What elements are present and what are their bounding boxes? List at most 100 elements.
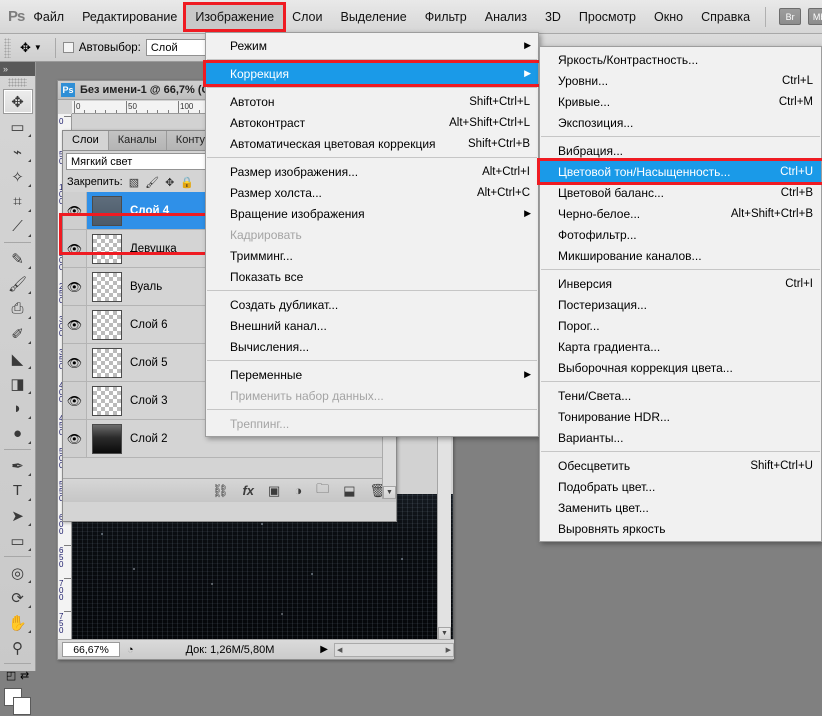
options-bar-grip[interactable] <box>4 38 11 58</box>
menu-option-3-0[interactable]: Размер изображения...Alt+Ctrl+I <box>206 161 538 182</box>
menu-option-0-2[interactable]: Кривые...Ctrl+M <box>540 91 821 112</box>
layer-style-fx-icon[interactable]: fx <box>242 483 254 498</box>
layer-visibility-eye-icon[interactable]: 👁 <box>63 268 87 305</box>
zoom-tool-icon[interactable]: ⚲ <box>3 635 33 660</box>
menu-option-3-2[interactable]: Вращение изображения▶ <box>206 203 538 224</box>
menu-option-2-2[interactable]: Порог... <box>540 315 821 336</box>
history-brush-tool-icon[interactable]: ✐ <box>3 321 33 346</box>
gradient-tool-icon[interactable]: ◨ <box>3 371 33 396</box>
layer-visibility-eye-icon[interactable]: 👁 <box>63 306 87 343</box>
rectangle-tool-icon[interactable]: ▭ <box>3 528 33 553</box>
menu-option-4-0[interactable]: Создать дубликат... <box>206 294 538 315</box>
menu-item-10[interactable]: Справка <box>692 5 759 29</box>
menu-option-1-2[interactable]: Цветовой баланс...Ctrl+B <box>540 182 821 203</box>
menu-item-0[interactable]: Файл <box>24 5 73 29</box>
menu-option-2-0[interactable]: АвтотонShift+Ctrl+L <box>206 91 538 112</box>
new-layer-icon[interactable]: ⬓ <box>343 483 355 499</box>
menu-option-1-5[interactable]: Микширование каналов... <box>540 245 821 266</box>
menu-option-3-1[interactable]: Размер холста...Alt+Ctrl+C <box>206 182 538 203</box>
lock-image-icon[interactable]: 🖌 <box>145 176 159 189</box>
autoselect-checkbox[interactable] <box>63 42 74 53</box>
menu-option-0-0[interactable]: Яркость/Контрастность... <box>540 49 821 70</box>
brush-tool-icon[interactable]: 🖌 <box>3 271 33 296</box>
quick-selection-tool-icon[interactable]: ✧ <box>3 164 33 189</box>
layer-thumbnail[interactable] <box>92 348 122 378</box>
menu-item-3[interactable]: Слои <box>283 5 331 29</box>
menu-item-8[interactable]: Просмотр <box>570 5 645 29</box>
dodge-tool-icon[interactable]: ● <box>3 421 33 446</box>
move-tool-icon[interactable]: ✥ <box>3 89 33 114</box>
menu-option-3-4[interactable]: Тримминг... <box>206 245 538 266</box>
layer-visibility-eye-icon[interactable]: 👁 <box>63 420 87 457</box>
menu-option-0-1[interactable]: Уровни...Ctrl+L <box>540 70 821 91</box>
layer-visibility-eye-icon[interactable]: 👁 <box>63 382 87 419</box>
menu-option-2-1[interactable]: АвтоконтрастAlt+Shift+Ctrl+L <box>206 112 538 133</box>
eraser-tool-icon[interactable]: ◣ <box>3 346 33 371</box>
menu-option-2-1[interactable]: Постеризация... <box>540 294 821 315</box>
layer-thumbnail[interactable] <box>92 310 122 340</box>
layer-visibility-eye-icon[interactable]: 👁 <box>63 344 87 381</box>
menu-option-3-0[interactable]: Тени/Света... <box>540 385 821 406</box>
menu-option-4-3[interactable]: Выровнять яркость <box>540 518 821 539</box>
layer-thumbnail[interactable] <box>92 424 122 454</box>
eyedropper-tool-icon[interactable]: ⟋ <box>3 214 33 239</box>
menu-option-2-3[interactable]: Карта градиента... <box>540 336 821 357</box>
layer-thumbnail[interactable] <box>92 386 122 416</box>
menu-item-5[interactable]: Фильтр <box>416 5 476 29</box>
clone-stamp-tool-icon[interactable]: ⎙ <box>3 296 33 321</box>
tool-preset-chevron-down-icon[interactable]: ▼ <box>34 43 42 52</box>
menu-item-4[interactable]: Выделение <box>331 5 415 29</box>
crop-tool-icon[interactable]: ⌗ <box>3 189 33 214</box>
link-layers-icon[interactable]: ⛓ <box>212 483 229 499</box>
3d-orbit-tool-icon[interactable]: ⟳ <box>3 585 33 610</box>
layers-tab-1[interactable]: Каналы <box>109 131 167 150</box>
menu-option-2-2[interactable]: Автоматическая цветовая коррекцияShift+C… <box>206 133 538 154</box>
new-group-icon[interactable]: 🗀 <box>316 480 329 502</box>
menu-option-4-1[interactable]: Подобрать цвет... <box>540 476 821 497</box>
menu-item-7[interactable]: 3D <box>536 5 570 29</box>
menu-item-9[interactable]: Окно <box>645 5 692 29</box>
menu-item-2[interactable]: Изображение <box>186 5 283 29</box>
menu-option-3-1[interactable]: Тонирование HDR... <box>540 406 821 427</box>
layer-thumbnail[interactable] <box>92 272 122 302</box>
lock-transparency-icon[interactable]: ▧ <box>129 176 139 189</box>
menu-option-4-2[interactable]: Заменить цвет... <box>540 497 821 518</box>
toolbox-collapse-handle[interactable]: » <box>0 62 35 76</box>
status-play-icon[interactable]: ▶ <box>320 644 328 655</box>
lock-position-icon[interactable]: ✥ <box>165 176 174 189</box>
menu-option-0-0[interactable]: Режим▶ <box>206 35 538 56</box>
active-tool-preset[interactable]: ✥ ▼ <box>14 40 48 56</box>
background-color-swatch[interactable] <box>13 697 31 715</box>
menu-option-4-2[interactable]: Вычисления... <box>206 336 538 357</box>
menu-option-1-0[interactable]: Вибрация... <box>540 140 821 161</box>
menu-option-1-4[interactable]: Фотофильтр... <box>540 224 821 245</box>
lasso-tool-icon[interactable]: ⌁ <box>3 139 33 164</box>
image-menu-dropdown[interactable]: Режим▶Коррекция▶АвтотонShift+Ctrl+LАвток… <box>205 32 539 437</box>
blur-tool-icon[interactable]: ◗ <box>3 396 33 421</box>
canvas-horizontal-scrollbar[interactable]: ◀▶ <box>334 643 454 657</box>
toolbox-drag-grip[interactable] <box>8 78 27 87</box>
status-preview-icon[interactable]: ◔ <box>127 644 134 656</box>
zoom-level-field[interactable]: 66,67% <box>62 642 120 657</box>
menu-item-1[interactable]: Редактирование <box>73 5 186 29</box>
layer-visibility-eye-icon[interactable]: 👁 <box>63 230 87 267</box>
layer-visibility-eye-icon[interactable]: 👁 <box>63 192 87 229</box>
layer-thumbnail[interactable] <box>92 234 122 264</box>
menu-item-6[interactable]: Анализ <box>476 5 536 29</box>
add-layer-mask-icon[interactable]: ▣ <box>268 483 280 499</box>
menu-option-3-2[interactable]: Варианты... <box>540 427 821 448</box>
spot-healing-brush-tool-icon[interactable]: ✎ <box>3 246 33 271</box>
menu-option-0-3[interactable]: Экспозиция... <box>540 112 821 133</box>
rectangular-marquee-tool-icon[interactable]: ▭ <box>3 114 33 139</box>
menu-option-3-5[interactable]: Показать все <box>206 266 538 287</box>
menu-option-1-1[interactable]: Цветовой тон/Насыщенность...Ctrl+U <box>540 161 821 182</box>
minibridge-button[interactable]: Mb <box>808 8 822 25</box>
adjustments-submenu[interactable]: Яркость/Контрастность...Уровни...Ctrl+LК… <box>539 46 822 542</box>
menu-option-2-0[interactable]: ИнверсияCtrl+I <box>540 273 821 294</box>
layers-scroll-down-icon[interactable]: ▼ <box>383 486 396 499</box>
path-selection-tool-icon[interactable]: ➤ <box>3 503 33 528</box>
menu-option-1-3[interactable]: Черно-белое...Alt+Shift+Ctrl+B <box>540 203 821 224</box>
horizontal-type-tool-icon[interactable]: T <box>3 478 33 503</box>
menu-option-2-4[interactable]: Выборочная коррекция цвета... <box>540 357 821 378</box>
menu-option-5-0[interactable]: Переменные▶ <box>206 364 538 385</box>
